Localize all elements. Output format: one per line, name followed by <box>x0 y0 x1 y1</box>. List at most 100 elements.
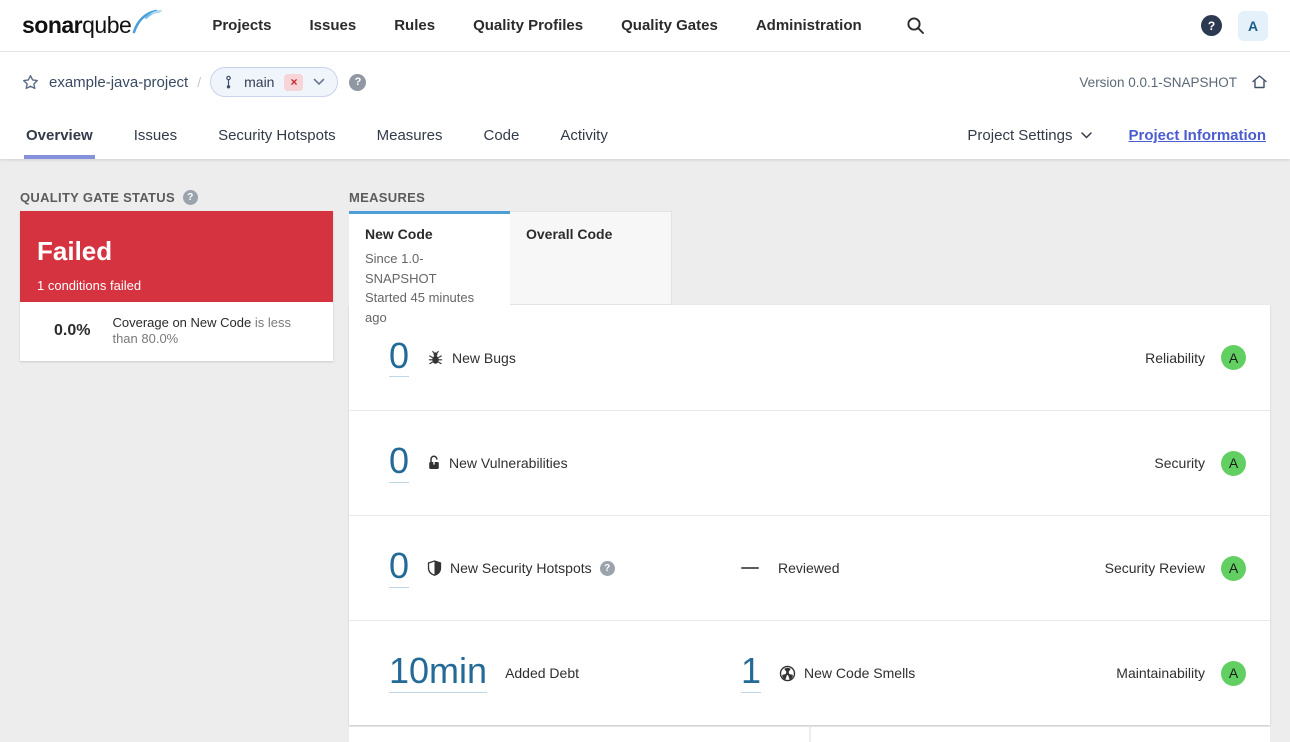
project-header: example-java-project / main × ? Version … <box>0 52 1290 159</box>
security-review-rating-badge: A <box>1221 555 1246 581</box>
maintainability-rating-badge: A <box>1221 660 1246 686</box>
measures-rows: 0 New Bugs Reliability A 0 New Vulnerabi… <box>349 305 1270 725</box>
tab-issues[interactable]: Issues <box>132 112 179 159</box>
home-icon[interactable] <box>1251 74 1268 90</box>
measure-row-vulnerabilities: 0 New Vulnerabilities Security A <box>349 410 1270 515</box>
measure-row-maintainability: 10min Added Debt 1 New Code Smells Maint… <box>349 620 1270 725</box>
tab-security-hotspots[interactable]: Security Hotspots <box>216 112 338 159</box>
bugs-metric: 0 New Bugs <box>389 337 741 378</box>
quality-gate-panel: QUALITY GATE STATUS ? Failed 1 condition… <box>20 187 333 361</box>
chevron-down-icon <box>313 78 325 86</box>
new-code-started: Started 45 minutes ago <box>365 290 475 325</box>
quality-gate-status: Failed <box>37 236 113 266</box>
nav-right-group: ? A <box>1201 10 1268 41</box>
project-settings-menu[interactable]: Project Settings <box>967 127 1093 144</box>
nav-administration[interactable]: Administration <box>756 17 862 34</box>
project-information-link[interactable]: Project Information <box>1128 127 1266 144</box>
tab-new-code[interactable]: New Code Since 1.0-SNAPSHOT Started 45 m… <box>349 211 510 325</box>
new-security-hotspots-count-link[interactable]: 0 <box>389 547 410 588</box>
breadcrumb-separator: / <box>197 74 202 90</box>
nav-quality-gates[interactable]: Quality Gates <box>621 17 718 34</box>
tab-code[interactable]: Code <box>481 112 521 159</box>
added-debt-metric: 10min Added Debt <box>389 652 741 693</box>
tab-measures[interactable]: Measures <box>375 112 445 159</box>
condition-value: 0.0% <box>54 322 91 340</box>
security-review-rating: Security Review A <box>1104 555 1246 581</box>
security-rating-badge: A <box>1221 450 1246 476</box>
duplications-panel-partial <box>810 727 1270 742</box>
security-review-label: Security Review <box>1104 560 1205 576</box>
reliability-rating-badge: A <box>1221 345 1246 370</box>
measures-title: MEASURES <box>349 189 426 205</box>
breadcrumb-right-group: Version 0.0.1-SNAPSHOT <box>1079 74 1268 90</box>
nav-rules[interactable]: Rules <box>394 17 435 34</box>
branch-selector[interactable]: main × <box>210 67 339 97</box>
hotspots-iconlabel: New Security Hotspots ? <box>427 560 615 576</box>
search-icon[interactable] <box>906 16 925 35</box>
logo-light: qube <box>82 11 132 38</box>
quality-gate-help-icon[interactable]: ? <box>182 189 198 205</box>
quality-gate-title-row: QUALITY GATE STATUS ? <box>20 187 333 207</box>
new-code-smells-label: New Code Smells <box>804 665 916 681</box>
new-code-tab-label: New Code <box>365 226 433 242</box>
vulnerabilities-iconlabel: New Vulnerabilities <box>427 455 568 471</box>
measures-tabs: New Code Since 1.0-SNAPSHOT Started 45 m… <box>349 211 1270 325</box>
new-vulnerabilities-label: New Vulnerabilities <box>449 455 568 471</box>
code-smell-icon <box>779 665 796 682</box>
sonarqube-logo[interactable]: sonarqube <box>22 9 163 40</box>
branch-icon <box>223 75 234 90</box>
nav-issues[interactable]: Issues <box>310 17 357 34</box>
measure-row-security-hotspots: 0 New Security Hotspots ? Reviewed Secur… <box>349 515 1270 620</box>
branch-clear-button[interactable]: × <box>284 73 304 91</box>
quality-gate-condition[interactable]: 0.0% Coverage on New Code is less than 8… <box>20 302 333 361</box>
condition-metric: Coverage on New Code <box>112 315 252 330</box>
maintainability-label: Maintainability <box>1116 665 1205 681</box>
quality-gate-title: QUALITY GATE STATUS <box>20 189 175 205</box>
reviewed-dash <box>741 567 759 569</box>
condition-description: Coverage on New Code is less than 80.0% <box>112 315 317 348</box>
main-nav-links: Projects Issues Rules Quality Profiles Q… <box>212 17 861 34</box>
tab-overview[interactable]: Overview <box>24 112 95 159</box>
new-code-since: Since 1.0-SNAPSHOT <box>365 251 437 286</box>
coverage-panel-partial <box>349 727 809 742</box>
new-bugs-count-link[interactable]: 0 <box>389 337 410 378</box>
reviewed-label: Reviewed <box>778 560 840 576</box>
project-version: Version 0.0.1-SNAPSHOT <box>1079 74 1237 90</box>
tab-list: Overview Issues Security Hotspots Measur… <box>24 112 610 159</box>
added-debt-link[interactable]: 10min <box>389 652 488 693</box>
vulnerabilities-metric: 0 New Vulnerabilities <box>389 442 741 483</box>
tab-overall-code[interactable]: Overall Code <box>510 211 672 305</box>
quality-gate-conditions-count: 1 conditions failed <box>37 278 142 293</box>
bug-icon <box>427 350 444 366</box>
nav-quality-profiles[interactable]: Quality Profiles <box>473 17 583 34</box>
help-icon[interactable]: ? <box>1201 15 1222 36</box>
project-settings-label: Project Settings <box>967 127 1073 144</box>
maintainability-rating: Maintainability A <box>1116 660 1246 686</box>
measures-panel: MEASURES New Code Since 1.0-SNAPSHOT Sta… <box>349 187 1270 742</box>
nav-projects[interactable]: Projects <box>212 17 271 34</box>
user-avatar[interactable]: A <box>1238 10 1268 41</box>
quality-gate-status-card: Failed 1 conditions failed <box>20 211 333 302</box>
new-bugs-label: New Bugs <box>452 349 516 366</box>
top-navigation: sonarqube Projects Issues Rules Quality … <box>0 0 1290 52</box>
next-section-partial <box>349 727 1270 742</box>
project-name[interactable]: example-java-project <box>49 74 188 91</box>
new-code-smells-count-link[interactable]: 1 <box>741 652 762 693</box>
security-rating: Security A <box>1154 450 1246 476</box>
logo-bold: sonar <box>22 11 83 38</box>
tabs-right-group: Project Settings Project Information <box>967 127 1266 144</box>
shield-icon <box>427 560 442 576</box>
branch-help-icon[interactable]: ? <box>349 73 367 91</box>
new-security-hotspots-label: New Security Hotspots <box>450 560 592 576</box>
measures-title-row: MEASURES <box>349 187 1270 207</box>
hotspots-help-icon[interactable]: ? <box>599 560 615 576</box>
branch-name: main <box>244 74 275 90</box>
added-debt-label: Added Debt <box>505 665 580 681</box>
new-vulnerabilities-count-link[interactable]: 0 <box>389 442 410 483</box>
favorite-star-icon[interactable] <box>22 74 39 91</box>
overview-content: QUALITY GATE STATUS ? Failed 1 condition… <box>0 159 1290 742</box>
tab-activity[interactable]: Activity <box>558 112 610 159</box>
code-smells-iconlabel: New Code Smells <box>779 665 915 682</box>
sonarqube-swoosh-icon <box>132 8 163 34</box>
hotspots-metric: 0 New Security Hotspots ? <box>389 547 741 588</box>
